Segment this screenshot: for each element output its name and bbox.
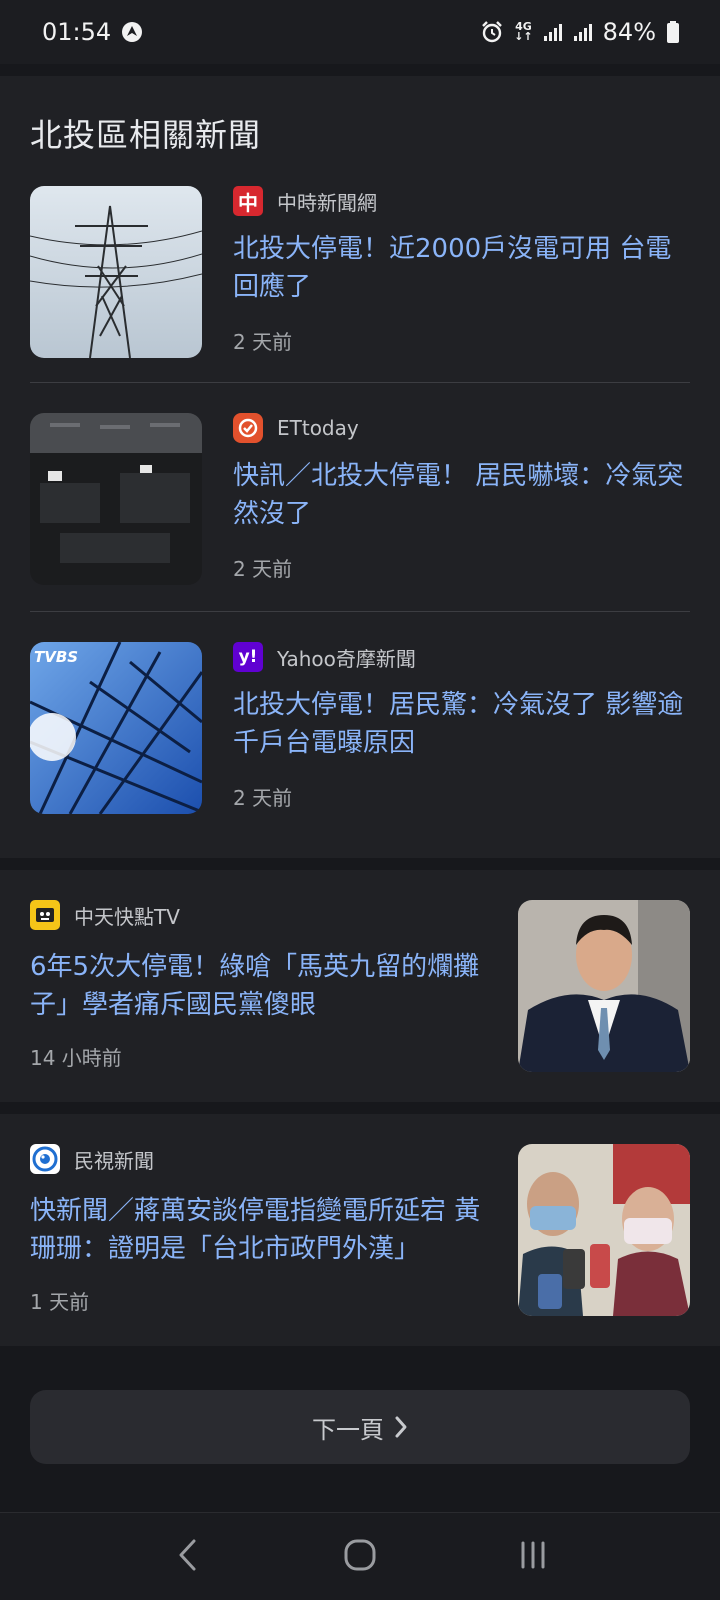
news-time: 2 天前 bbox=[233, 330, 293, 354]
news-story-card[interactable]: 中天快點TV 6年5次大停電！綠嗆「馬英九留的爛攤子」學者痛斥國民黨傻眼 14 … bbox=[0, 870, 720, 1102]
recent-apps-button[interactable] bbox=[503, 1527, 563, 1587]
battery-percent: 84% bbox=[602, 18, 656, 46]
news-headline[interactable]: 快訊／北投大停電！ 居民嚇壞：冷氣突然沒了 bbox=[233, 457, 688, 533]
related-news-card: 北投區相關新聞 中 中時新聞網 北投大停電！近2000戶沒電可用 台電回應了 2… bbox=[0, 76, 720, 858]
news-source: ETtoday bbox=[233, 413, 359, 443]
source-name: 中天快點TV bbox=[74, 904, 180, 929]
source-name: 民視新聞 bbox=[74, 1148, 154, 1173]
signal-icon bbox=[543, 22, 563, 42]
back-icon bbox=[176, 1538, 198, 1576]
news-thumbnail[interactable] bbox=[30, 642, 202, 814]
alarm-icon bbox=[480, 20, 504, 44]
navigation-app-icon bbox=[121, 21, 143, 43]
news-source: y! Yahoo奇摩新聞 bbox=[233, 642, 416, 672]
source-name: 中時新聞網 bbox=[277, 190, 377, 215]
chevron-right-icon bbox=[394, 1415, 408, 1439]
news-headline[interactable]: 6年5次大停電！綠嗆「馬英九留的爛攤子」學者痛斥國民黨傻眼 bbox=[30, 948, 490, 1024]
status-time: 01:54 bbox=[42, 18, 112, 46]
news-source: 民視新聞 bbox=[30, 1144, 154, 1174]
news-headline[interactable]: 快新聞／蔣萬安談停電指變電所延宕 黃珊珊：證明是「台北市政門外漢」 bbox=[30, 1192, 490, 1268]
news-time: 14 小時前 bbox=[30, 1046, 122, 1070]
section-title: 北投區相關新聞 bbox=[30, 116, 262, 154]
ctitv-logo-icon bbox=[30, 900, 60, 930]
source-name: ETtoday bbox=[277, 416, 359, 440]
next-page-button[interactable]: 下一頁 bbox=[30, 1390, 690, 1464]
home-icon bbox=[343, 1538, 377, 1576]
news-time: 2 天前 bbox=[233, 786, 293, 810]
news-thumbnail[interactable] bbox=[30, 413, 202, 585]
next-page-label: 下一頁 bbox=[312, 1415, 384, 1444]
signal-icon bbox=[573, 22, 593, 42]
news-item[interactable]: ETtoday 快訊／北投大停電！ 居民嚇壞：冷氣突然沒了 2 天前 bbox=[30, 413, 690, 585]
news-time: 2 天前 bbox=[233, 557, 293, 581]
status-bar: 01:54 4G ↓↑ 84% bbox=[0, 0, 720, 64]
back-button[interactable] bbox=[157, 1527, 217, 1587]
chinatimes-logo-icon: 中 bbox=[233, 186, 263, 216]
news-headline[interactable]: 北投大停電！近2000戶沒電可用 台電回應了 bbox=[233, 230, 688, 306]
news-source: 中天快點TV bbox=[30, 900, 180, 930]
ftv-logo-icon bbox=[30, 1144, 60, 1174]
battery-icon bbox=[666, 20, 680, 44]
divider bbox=[30, 382, 690, 383]
divider bbox=[30, 611, 690, 612]
yahoo-logo-icon: y! bbox=[233, 642, 263, 672]
news-item[interactable]: 中 中時新聞網 北投大停電！近2000戶沒電可用 台電回應了 2 天前 bbox=[30, 186, 690, 358]
news-story-card[interactable]: 民視新聞 快新聞／蔣萬安談停電指變電所延宕 黃珊珊：證明是「台北市政門外漢」 1… bbox=[0, 1114, 720, 1346]
ettoday-logo-icon bbox=[233, 413, 263, 443]
news-item[interactable]: y! Yahoo奇摩新聞 北投大停電！居民驚：冷氣沒了 影響逾千戶台電曝原因 2… bbox=[30, 642, 690, 814]
tvbs-watermark: TVBS bbox=[34, 648, 79, 666]
news-thumbnail[interactable] bbox=[30, 186, 202, 358]
network-4g-icon: 4G ↓↑ bbox=[514, 20, 533, 43]
news-thumbnail[interactable] bbox=[518, 900, 690, 1072]
news-time: 1 天前 bbox=[30, 1290, 90, 1314]
news-thumbnail[interactable] bbox=[518, 1144, 690, 1316]
news-source: 中 中時新聞網 bbox=[233, 186, 377, 216]
recent-apps-icon bbox=[518, 1540, 548, 1574]
news-headline[interactable]: 北投大停電！居民驚：冷氣沒了 影響逾千戶台電曝原因 bbox=[233, 686, 688, 762]
home-button[interactable] bbox=[330, 1527, 390, 1587]
system-nav-bar bbox=[0, 1512, 720, 1600]
source-name: Yahoo奇摩新聞 bbox=[277, 646, 416, 671]
